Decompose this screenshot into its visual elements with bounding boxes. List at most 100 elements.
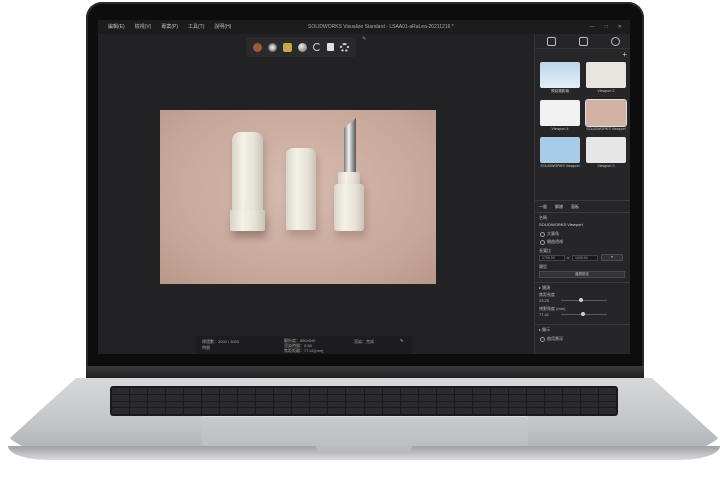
keyboard-key — [382, 408, 400, 414]
scene-icon[interactable] — [610, 36, 620, 46]
keyboard-key — [346, 401, 364, 408]
display-section-toggle[interactable]: ▸ 顯示 — [539, 327, 550, 333]
keyboard-key — [508, 394, 526, 401]
pin-icon[interactable]: ✎ — [362, 36, 366, 42]
keyboard-key — [454, 408, 472, 414]
keyboard-key — [184, 388, 202, 394]
menu-help[interactable]: 說明(H) — [214, 20, 231, 34]
keyboard-key — [292, 394, 310, 401]
menu-edit[interactable]: 編輯(E) — [108, 20, 125, 34]
focal-length-slider[interactable] — [561, 300, 607, 301]
keyboard-key — [112, 401, 130, 408]
tab-divider — [535, 212, 630, 213]
viewport-area[interactable] — [98, 34, 534, 354]
keyboard-key — [400, 408, 418, 414]
focal-length-knob[interactable] — [579, 298, 583, 302]
maximize-button[interactable]: □ — [605, 20, 608, 34]
minimize-button[interactable]: — — [590, 20, 595, 34]
keyboard-key — [382, 401, 400, 408]
aspect-height-field[interactable]: 1000.00 — [572, 255, 598, 261]
keyboard-key — [238, 408, 256, 414]
viewport-thumb[interactable]: Viewport 2 — [585, 62, 627, 94]
keyboard-key — [310, 388, 328, 394]
focal-length-value[interactable]: 23.25 — [539, 298, 549, 303]
sphere-icon[interactable] — [298, 42, 307, 52]
window-controls: — □ ✕ — [590, 20, 622, 34]
render-viewport[interactable] — [160, 110, 436, 284]
close-button[interactable]: ✕ — [618, 20, 622, 34]
gear-icon[interactable] — [340, 42, 349, 52]
material-icon[interactable] — [253, 42, 262, 52]
trackpad — [202, 416, 528, 446]
menu-tools[interactable]: 工具(T) — [188, 20, 204, 34]
menu-view[interactable]: 檢視(V) — [135, 20, 152, 34]
viewport-thumb[interactable]: Viewport 4 — [539, 100, 581, 131]
keyboard-key — [202, 388, 220, 394]
fov-knob[interactable] — [581, 312, 585, 316]
viewport-thumb-selected[interactable]: SOLIDWORKS Viewport — [585, 99, 627, 131]
thumb-image — [586, 62, 626, 88]
thumb-label: Viewport 4 — [551, 127, 569, 131]
thumb-image — [540, 62, 580, 88]
keyboard-key — [580, 408, 598, 414]
aspect-width-field[interactable]: 1700.00 — [539, 255, 565, 261]
wide-angle-radio[interactable] — [540, 232, 545, 237]
keyboard-key — [508, 401, 526, 408]
tab-2[interactable]: 解譜 — [555, 204, 563, 210]
keyboard-key — [364, 388, 382, 394]
thumb-label: SOLIDWORKS Viewport — [586, 127, 626, 131]
aspect-dropdown[interactable]: ▾ — [601, 254, 623, 261]
keyboard-key — [418, 394, 436, 401]
model-icon[interactable] — [546, 36, 556, 46]
lipstick-open-base — [334, 184, 364, 231]
thumb-label: Viewport 3 — [597, 164, 615, 168]
keyboard-key — [220, 408, 238, 414]
keyboard-key — [364, 401, 382, 408]
cube-icon[interactable] — [283, 42, 292, 52]
keyboard-key — [346, 394, 364, 401]
tab-3[interactable]: 面板 — [571, 204, 579, 210]
keyboard-key — [166, 394, 184, 401]
keyboard-key — [166, 401, 184, 408]
keyboard-key — [490, 408, 508, 414]
keyboard-key — [598, 388, 616, 394]
keyboard-key — [418, 388, 436, 394]
pin-status-icon[interactable]: ✎ — [400, 338, 403, 343]
add-viewport-button[interactable]: + — [622, 50, 627, 59]
lens-section-toggle[interactable]: ▸ 鏡頭 — [539, 285, 550, 291]
tab-general[interactable]: 一般 — [539, 204, 547, 210]
perspective-radio[interactable] — [540, 240, 545, 245]
keyboard-key — [508, 388, 526, 394]
dof-checkbox[interactable] — [540, 337, 545, 342]
name-label: 名稱 — [539, 215, 547, 220]
keyboard-key — [562, 388, 580, 394]
viewport-thumb[interactable]: 預設攝影機 — [539, 62, 581, 94]
keyboard-key — [544, 401, 562, 408]
keyboard-key — [202, 408, 220, 414]
save-icon[interactable] — [327, 43, 334, 51]
keyboard-key — [400, 388, 418, 394]
keyboard-key — [130, 388, 148, 394]
environment-icon[interactable] — [268, 42, 277, 52]
keyboard-key — [418, 401, 436, 408]
keyboard-key — [148, 401, 166, 408]
keyboard-key — [328, 401, 346, 408]
keyboard-key — [328, 394, 346, 401]
keyboard-key — [148, 394, 166, 401]
section-divider — [535, 324, 630, 325]
keyboard-key — [346, 408, 364, 414]
keyboard-key — [364, 394, 382, 401]
keyboard-key — [166, 388, 184, 394]
keyboard-key — [238, 401, 256, 408]
menu-project[interactable]: 專案(P) — [161, 20, 178, 34]
reset-button[interactable]: 還原設定 — [539, 271, 625, 278]
keyboard-key — [112, 388, 130, 394]
viewport-name[interactable]: SOLIDWORKS Viewport — [539, 222, 583, 227]
viewport-thumb[interactable]: Viewport 3 — [585, 137, 627, 168]
fov-value[interactable]: 77.41 — [539, 312, 549, 317]
keyboard-key — [202, 394, 220, 401]
rotate-icon[interactable] — [313, 43, 321, 51]
appearance-icon[interactable] — [578, 36, 588, 46]
keyboard-key — [148, 388, 166, 394]
viewport-thumb[interactable]: SOLIDWORKS Viewport — [539, 137, 581, 168]
